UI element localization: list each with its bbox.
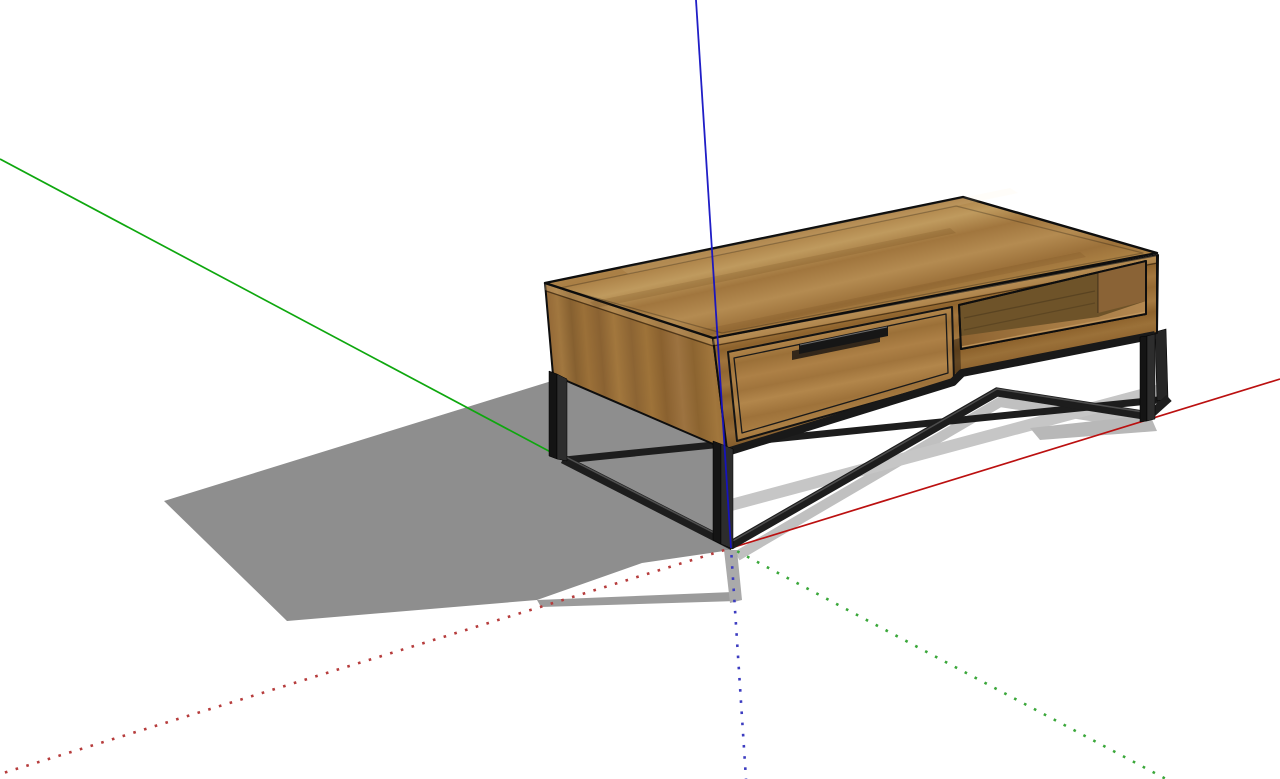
- back-right-leg[interactable]: [1154, 328, 1169, 402]
- back-left-leg-side: [548, 370, 558, 460]
- front-right-leg[interactable]: [1139, 333, 1156, 423]
- back-left-leg[interactable]: [548, 370, 568, 462]
- back-left-leg-front: [556, 373, 568, 462]
- modeling-viewport[interactable]: [0, 0, 1280, 779]
- front-right-leg-front: [1146, 333, 1156, 422]
- 3d-canvas[interactable]: [0, 0, 1280, 779]
- front-right-leg-side: [1139, 335, 1148, 423]
- front-left-leg-side: [712, 440, 722, 545]
